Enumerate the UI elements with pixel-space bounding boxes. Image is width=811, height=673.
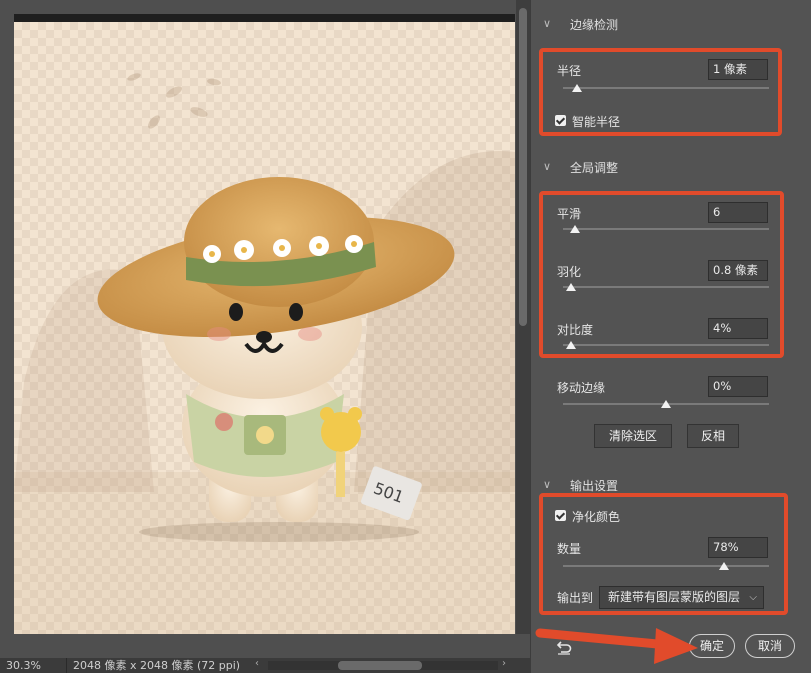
bear-illustration: 501: [14, 73, 515, 634]
ok-button[interactable]: 确定: [689, 634, 735, 658]
chevron-down-icon[interactable]: ∨: [543, 17, 551, 30]
vertical-scrollbar[interactable]: [516, 0, 530, 634]
scroll-left-arrow-icon[interactable]: ‹: [255, 658, 259, 669]
highlight-global-refine: [539, 191, 784, 358]
status-bar: 30.3% 2048 像素 x 2048 像素 (72 ppi) ‹ ›: [0, 658, 530, 673]
document-dimensions: 2048 像素 x 2048 像素 (72 ppi): [66, 658, 252, 673]
shift-edge-slider-thumb[interactable]: [661, 400, 671, 408]
canvas-top-strip: [14, 14, 515, 22]
refine-edge-panel: ∨ 边缘检测 半径 1 像素 智能半径 ∨ 全局调整 平滑 6 羽化 0.8 像…: [530, 0, 811, 673]
section-global-refine[interactable]: ∨ 全局调整: [531, 158, 811, 178]
cancel-button[interactable]: 取消: [745, 634, 795, 658]
zoom-level[interactable]: 30.3%: [6, 659, 41, 672]
shift-edge-label: 移动边缘: [557, 381, 606, 395]
canvas-area[interactable]: 501: [0, 0, 530, 658]
shift-edge-field[interactable]: 0%: [708, 376, 768, 397]
highlight-edge-detection: [539, 48, 782, 136]
image-preview[interactable]: 501: [14, 14, 515, 634]
horizontal-scrollbar[interactable]: [268, 661, 498, 670]
section-title-edge-detection: 边缘检测: [570, 18, 619, 32]
section-edge-detection[interactable]: ∨ 边缘检测: [531, 15, 811, 35]
chevron-down-icon[interactable]: ∨: [543, 478, 551, 491]
chevron-down-icon[interactable]: ∨: [543, 160, 551, 173]
scroll-right-arrow-icon[interactable]: ›: [502, 658, 506, 669]
photo-bear-with-straw-hat: 501: [14, 22, 515, 634]
clear-selection-button[interactable]: 清除选区: [594, 424, 672, 448]
section-title-output-settings: 输出设置: [570, 479, 619, 493]
undo-icon[interactable]: [556, 641, 572, 655]
section-title-global-refine: 全局调整: [570, 161, 619, 175]
highlight-output-settings: [539, 493, 788, 615]
invert-button[interactable]: 反相: [687, 424, 739, 448]
